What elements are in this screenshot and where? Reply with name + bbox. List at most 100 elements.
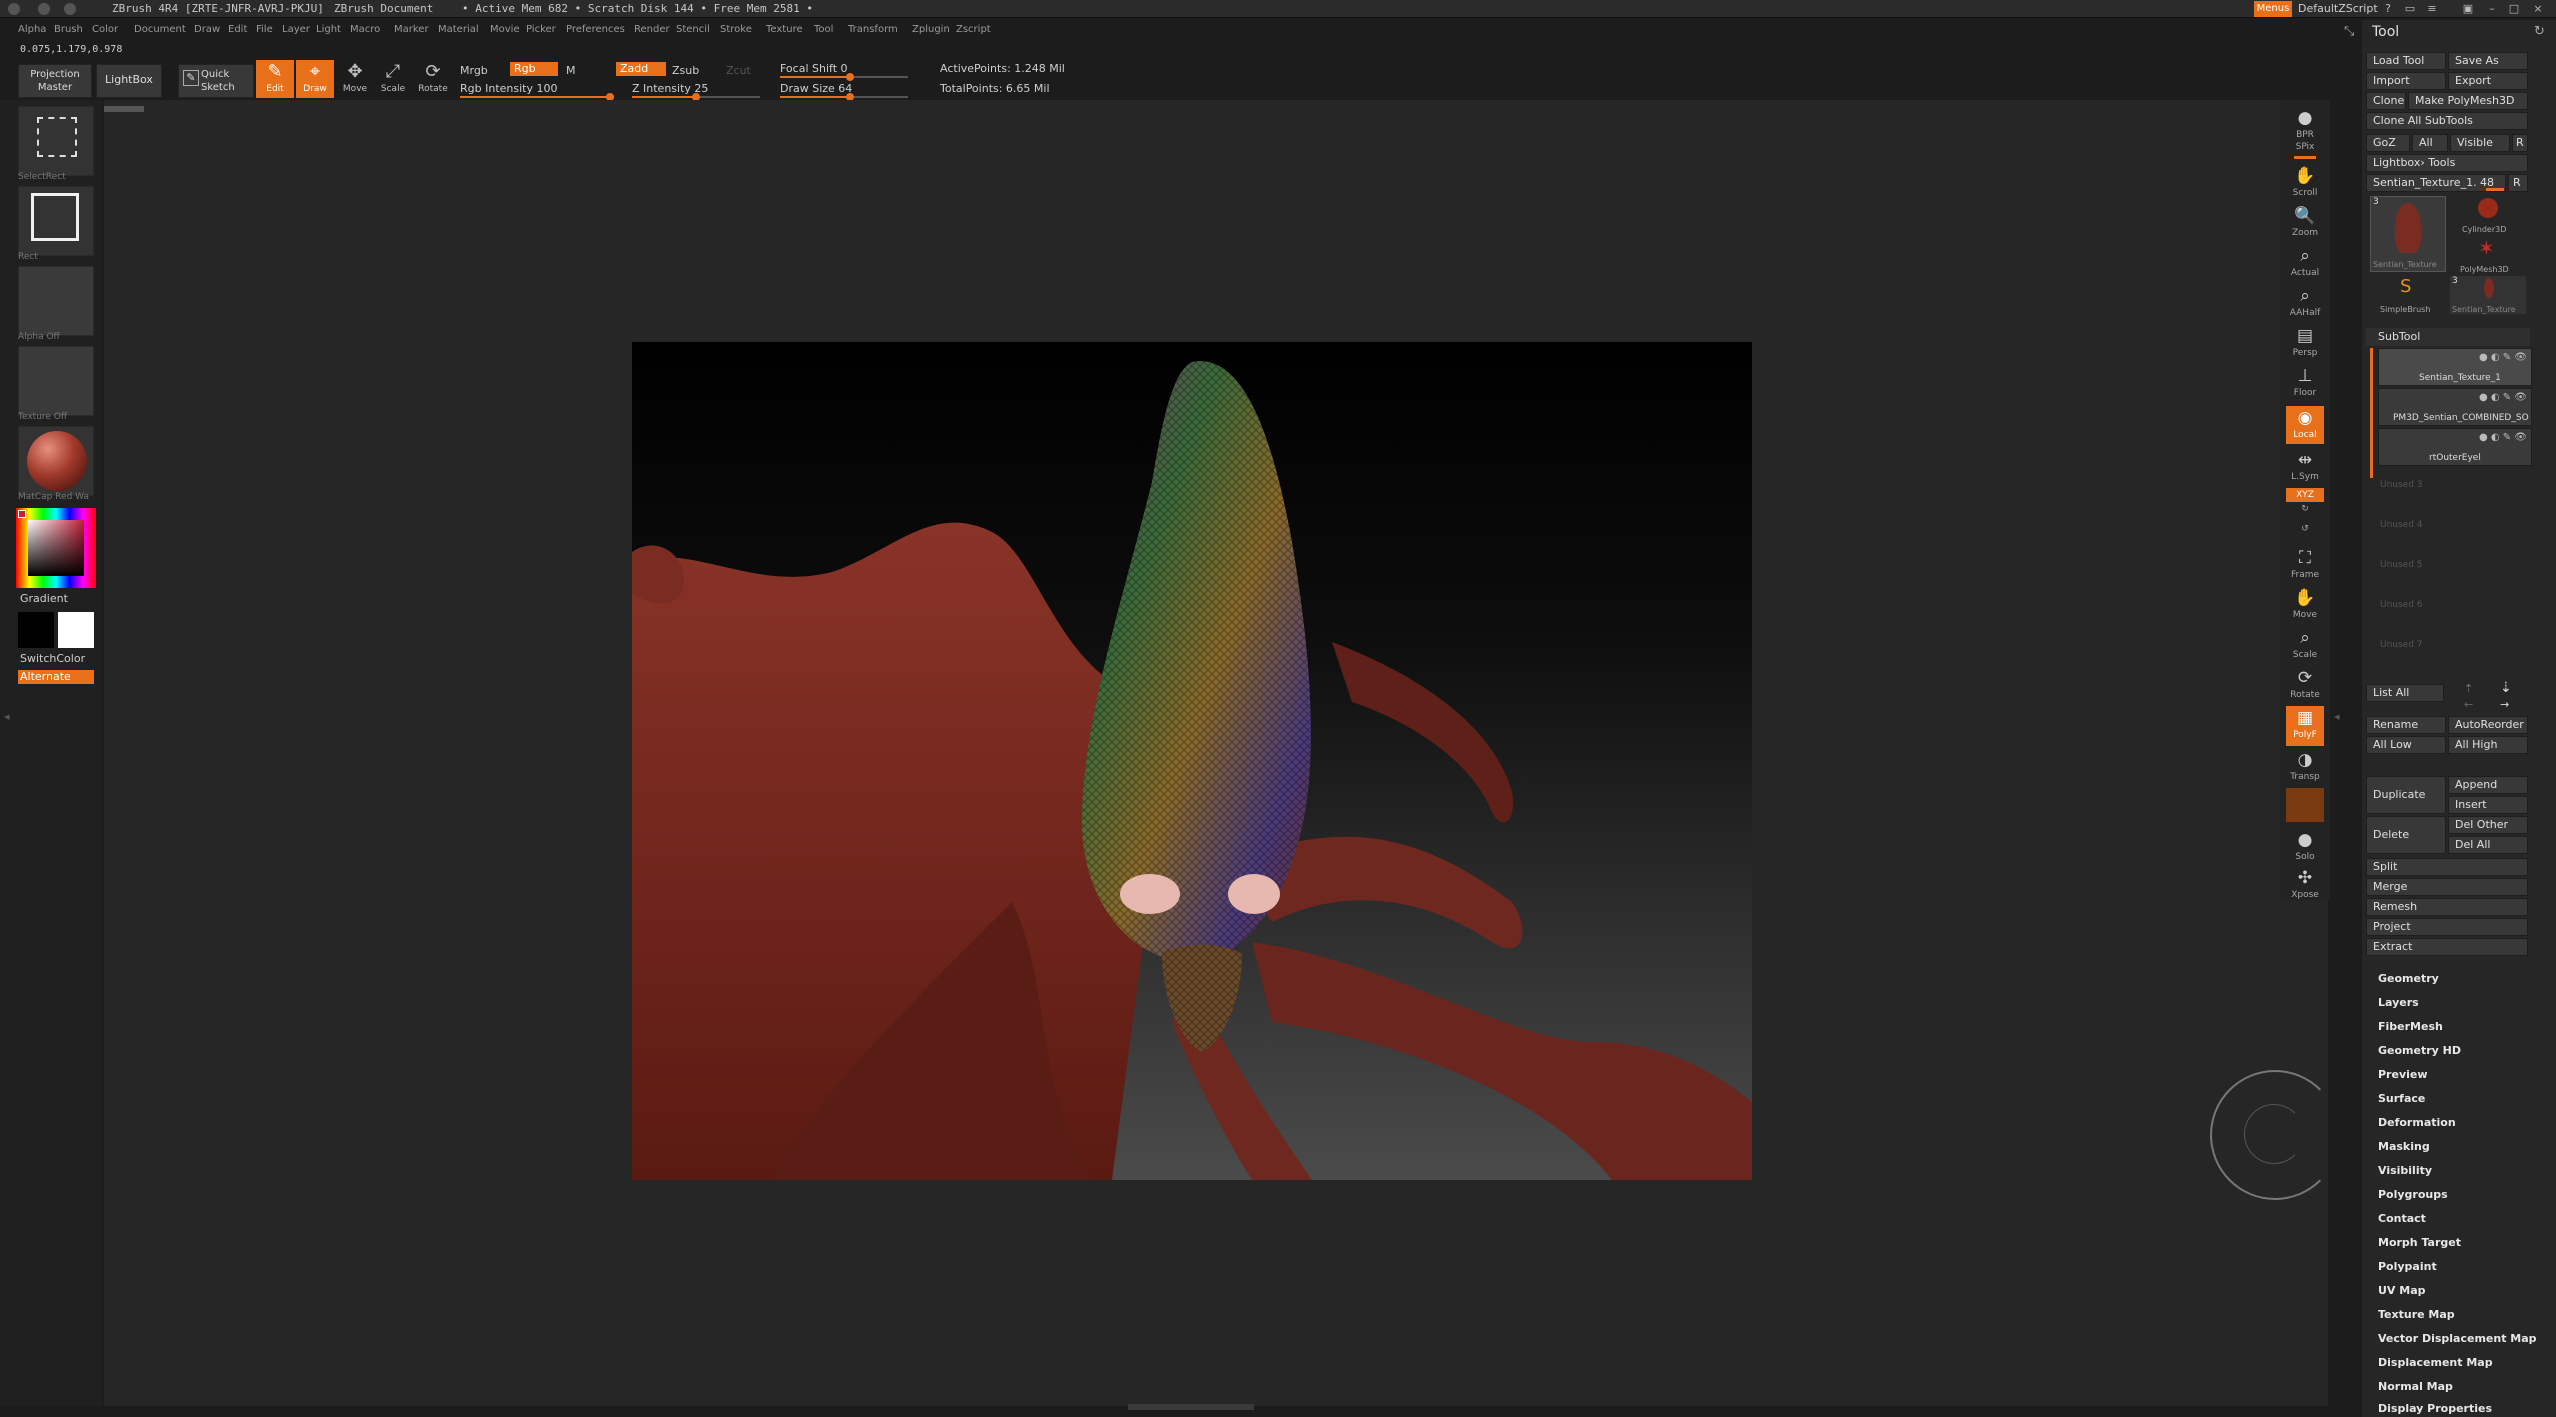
arrow-right-icon[interactable]: → bbox=[2500, 698, 2509, 711]
remesh-button[interactable]: Remesh bbox=[2366, 898, 2528, 916]
canvas-scroll-handle[interactable] bbox=[104, 106, 144, 112]
clone-all-subtools-button[interactable]: Clone All SubTools bbox=[2366, 112, 2528, 130]
scale-view-button[interactable]: ⌕ Scale bbox=[2286, 626, 2324, 660]
section-visibility[interactable]: Visibility bbox=[2378, 1164, 2432, 1177]
menu-transform[interactable]: Transform bbox=[848, 24, 898, 35]
edit-mode-button[interactable]: ✎ Edit bbox=[256, 60, 294, 98]
zadd-toggle[interactable]: Zadd bbox=[616, 62, 666, 76]
section-displacement-map[interactable]: Displacement Map bbox=[2378, 1356, 2493, 1369]
move-down-icon[interactable]: ⇣ bbox=[2500, 680, 2512, 696]
palette-pin-icon[interactable]: ⤡ bbox=[2344, 24, 2354, 39]
texture-thumbnail[interactable] bbox=[18, 346, 94, 416]
menu-picker[interactable]: Picker bbox=[526, 24, 556, 35]
menu-texture[interactable]: Texture bbox=[766, 24, 803, 35]
menu-draw[interactable]: Draw bbox=[194, 24, 220, 35]
transp-button[interactable]: ◑ Transp bbox=[2286, 748, 2324, 782]
section-contact[interactable]: Contact bbox=[2378, 1212, 2426, 1225]
tool-thumb-polymesh[interactable]: ✶ PolyMesh3D bbox=[2450, 236, 2526, 274]
minimize-icon[interactable]: – bbox=[2484, 2, 2500, 16]
subtool-row[interactable]: ● ◐ ✎ 👁 PM3D_Sentian_COMBINED_SO bbox=[2378, 388, 2532, 426]
stroke-thumbnail[interactable] bbox=[18, 186, 94, 256]
menu-file[interactable]: File bbox=[256, 24, 273, 35]
frame-button[interactable]: ⛶ Frame bbox=[2286, 546, 2324, 580]
rotate-mode-button[interactable]: ⟳ Rotate bbox=[414, 60, 452, 98]
menu-document[interactable]: Document bbox=[134, 24, 186, 35]
insert-button[interactable]: Insert bbox=[2448, 796, 2528, 814]
menu-stroke[interactable]: Stroke bbox=[720, 24, 752, 35]
section-geometry-hd[interactable]: Geometry HD bbox=[2378, 1044, 2461, 1057]
lightbox-button[interactable]: LightBox bbox=[96, 64, 162, 98]
restore-icon[interactable]: ▭ bbox=[2402, 2, 2418, 16]
goz-button[interactable]: GoZ bbox=[2366, 134, 2410, 152]
section-texture-map[interactable]: Texture Map bbox=[2378, 1308, 2455, 1321]
section-geometry[interactable]: Geometry bbox=[2378, 972, 2439, 985]
ghost-button[interactable] bbox=[2286, 788, 2324, 822]
persp-button[interactable]: ▤ Persp bbox=[2286, 324, 2324, 358]
section-masking[interactable]: Masking bbox=[2378, 1140, 2430, 1153]
projection-master-button[interactable]: Projection Master bbox=[18, 64, 92, 98]
subtool-visibility-icon[interactable]: ● ◐ ✎ 👁 bbox=[2479, 352, 2527, 363]
gradient-label[interactable]: Gradient bbox=[20, 592, 68, 605]
color-picker[interactable] bbox=[16, 508, 96, 588]
close-icon[interactable]: × bbox=[2530, 2, 2546, 16]
del-other-button[interactable]: Del Other bbox=[2448, 816, 2528, 834]
subtool-row[interactable]: ● ◐ ✎ 👁 Sentian_Texture_1 bbox=[2378, 348, 2532, 386]
menu-layer[interactable]: Layer bbox=[282, 24, 310, 35]
zsub-toggle[interactable]: Zsub bbox=[672, 64, 699, 77]
layout-icon[interactable]: ≡ bbox=[2424, 2, 2440, 16]
polyf-button[interactable]: ▦ PolyF bbox=[2286, 706, 2324, 746]
section-normal-map[interactable]: Normal Map bbox=[2378, 1380, 2453, 1393]
select-rect-brush[interactable] bbox=[18, 106, 94, 176]
focal-shift-slider[interactable] bbox=[780, 73, 908, 81]
alpha-thumbnail[interactable] bbox=[18, 266, 94, 336]
section-display-properties[interactable]: Display Properties bbox=[2378, 1402, 2492, 1415]
minimize-window-icon[interactable] bbox=[38, 3, 50, 15]
right-tray-collapse-icon[interactable]: ◂ bbox=[2334, 710, 2340, 723]
script-label[interactable]: DefaultZScript bbox=[2298, 2, 2378, 15]
floor-button[interactable]: ⊥ Floor bbox=[2286, 364, 2324, 398]
rgb-intensity-slider[interactable] bbox=[460, 93, 614, 101]
z-intensity-slider[interactable] bbox=[632, 93, 760, 101]
menu-tool[interactable]: Tool bbox=[814, 24, 833, 35]
menu-brush[interactable]: Brush bbox=[54, 24, 83, 35]
all-high-button[interactable]: All High bbox=[2448, 736, 2528, 754]
merge-button[interactable]: Merge bbox=[2366, 878, 2528, 896]
actual-button[interactable]: ⌕ Actual bbox=[2286, 244, 2324, 278]
subtool-visibility-icon[interactable]: ● ◐ ✎ 👁 bbox=[2479, 392, 2527, 403]
aahalf-button[interactable]: ⌕ AAHalf bbox=[2286, 284, 2324, 318]
maximize-icon[interactable]: □ bbox=[2506, 2, 2522, 16]
section-vector-displacement-map[interactable]: Vector Displacement Map bbox=[2378, 1332, 2537, 1345]
menu-color[interactable]: Color bbox=[92, 24, 118, 35]
section-polygroups[interactable]: Polygroups bbox=[2378, 1188, 2448, 1201]
menu-render[interactable]: Render bbox=[634, 24, 670, 35]
menu-macro[interactable]: Macro bbox=[350, 24, 380, 35]
move-up-icon[interactable]: ⇡ bbox=[2464, 682, 2473, 695]
delete-button[interactable]: Delete bbox=[2366, 816, 2446, 854]
section-polypaint[interactable]: Polypaint bbox=[2378, 1260, 2437, 1273]
help-icon[interactable]: ? bbox=[2380, 2, 2396, 16]
subtool-scrollbar[interactable] bbox=[2370, 348, 2373, 478]
project-button[interactable]: Project bbox=[2366, 918, 2528, 936]
save-as-button[interactable]: Save As bbox=[2448, 52, 2528, 70]
move-view-button[interactable]: ✋ Move bbox=[2286, 586, 2324, 620]
xyz-button[interactable]: XYZ bbox=[2286, 488, 2324, 502]
tool-thumb-simplebrush[interactable]: S SimpleBrush bbox=[2370, 276, 2446, 314]
section-layers[interactable]: Layers bbox=[2378, 996, 2419, 1009]
current-tool-slider[interactable]: Sentian_Texture_1. 48 bbox=[2366, 174, 2506, 192]
current-tool-r-button[interactable]: R bbox=[2508, 174, 2528, 192]
menu-marker[interactable]: Marker bbox=[394, 24, 429, 35]
menu-movie[interactable]: Movie bbox=[490, 24, 520, 35]
zcut-toggle[interactable]: Zcut bbox=[726, 64, 751, 77]
palette-refresh-icon[interactable]: ↻ bbox=[2534, 24, 2545, 39]
tool-thumb-sentian-2[interactable]: 3 Sentian_Texture bbox=[2450, 276, 2526, 314]
rotate-view-button[interactable]: ⟳ Rotate bbox=[2286, 666, 2324, 700]
section-surface[interactable]: Surface bbox=[2378, 1092, 2425, 1105]
material-thumbnail[interactable] bbox=[18, 426, 94, 496]
clone-button[interactable]: Clone bbox=[2366, 92, 2406, 110]
scale-mode-button[interactable]: ⤢ Scale bbox=[374, 60, 412, 98]
load-tool-button[interactable]: Load Tool bbox=[2366, 52, 2446, 70]
extract-button[interactable]: Extract bbox=[2366, 938, 2528, 956]
all-low-button[interactable]: All Low bbox=[2366, 736, 2446, 754]
rotate-z-icon[interactable]: ↺ bbox=[2286, 524, 2324, 534]
rgb-toggle[interactable]: Rgb bbox=[510, 62, 558, 76]
